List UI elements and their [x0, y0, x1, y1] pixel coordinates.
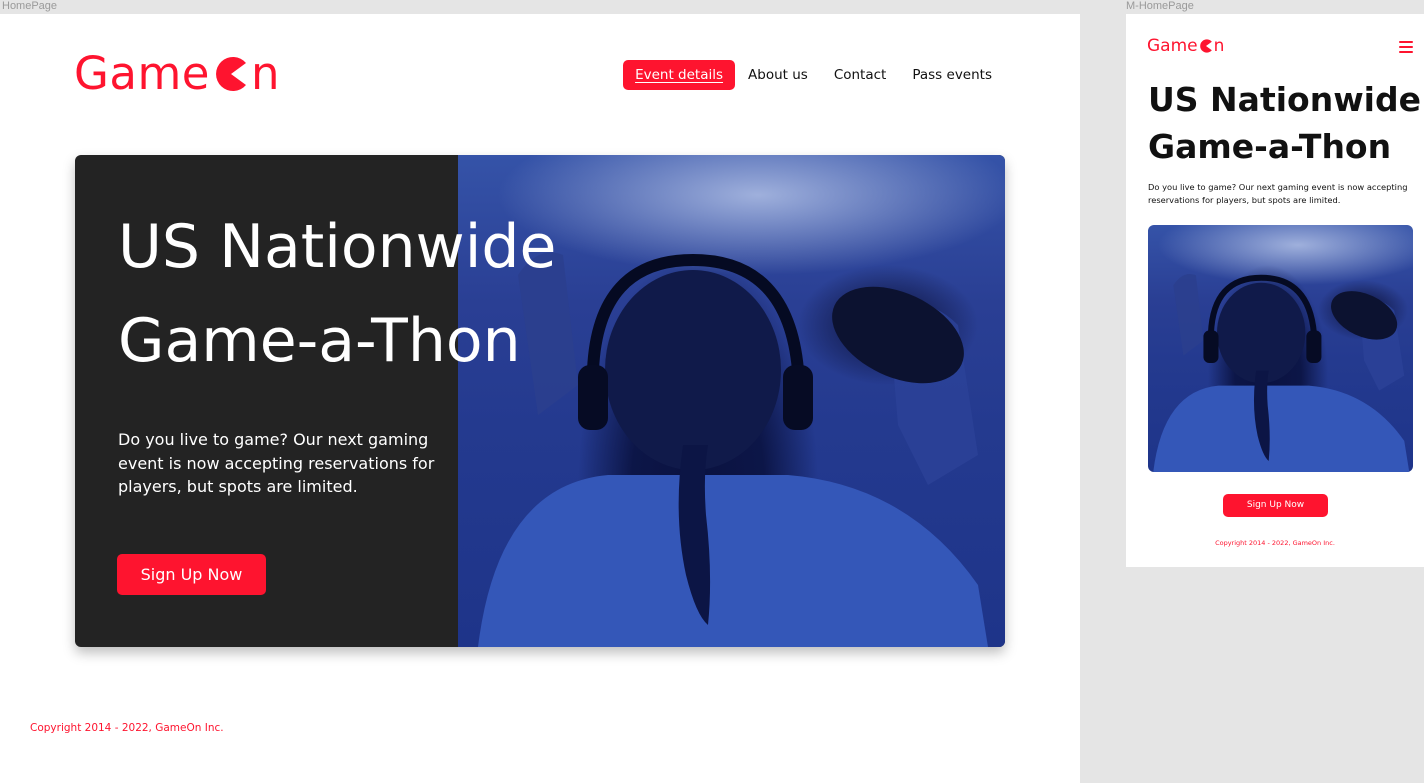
logo-text-end: n — [250, 47, 280, 100]
mobile-logo[interactable]: Game n — [1147, 36, 1224, 56]
mobile-gamer-silhouette — [1153, 273, 1410, 472]
logo-text-start: Game — [74, 47, 210, 100]
hero-description: Do you live to game? Our next gaming eve… — [118, 430, 435, 496]
desktop-frame-label: HomePage — [2, 0, 58, 12]
mobile-logo-text-end: n — [1213, 36, 1225, 56]
nav-contact[interactable]: Contact — [821, 60, 900, 90]
hero-banner: US Nationwide Game-a-Thon Do you live to… — [75, 155, 1005, 647]
mobile-hero-title-line-1: US Nationwide — [1148, 80, 1421, 119]
hero-title: US Nationwide Game-a-Thon — [118, 200, 556, 388]
main-nav: Event details About us Contact Pass even… — [623, 60, 1005, 90]
mobile-logo-text-start: Game — [1147, 36, 1198, 56]
hero-title-line-2: Game-a-Thon — [118, 306, 521, 376]
mobile-hero-title: US Nationwide Game-a-Thon — [1148, 76, 1421, 170]
logo[interactable]: Game n — [74, 50, 280, 98]
mobile-sign-up-button[interactable]: Sign Up Now — [1223, 494, 1328, 517]
pacman-icon — [216, 57, 246, 91]
mobile-frame-label: M-HomePage — [1126, 0, 1194, 12]
hamburger-icon[interactable] — [1399, 41, 1413, 53]
mobile-hero-title-line-2: Game-a-Thon — [1148, 127, 1392, 166]
mobile-hero-description: Do you live to game? Our next gaming eve… — [1148, 182, 1408, 205]
sign-up-button[interactable]: Sign Up Now — [117, 554, 266, 595]
copyright: Copyright 2014 - 2022, GameOn Inc. — [30, 722, 224, 734]
nav-pass-events[interactable]: Pass events — [899, 60, 1005, 90]
hero-title-line-1: US Nationwide — [118, 212, 557, 282]
mobile-hero-image — [1148, 225, 1413, 472]
pacman-icon — [1199, 39, 1212, 53]
mobile-copyright: Copyright 2014 - 2022, GameOn Inc. — [1215, 539, 1335, 547]
mobile-frame: Game n US Nationwide Game-a-Thon Do you … — [1126, 14, 1424, 567]
desktop-frame: Game n Event details About us Contact Pa… — [0, 14, 1080, 783]
nav-about-us[interactable]: About us — [735, 60, 821, 90]
nav-event-details[interactable]: Event details — [623, 60, 736, 90]
